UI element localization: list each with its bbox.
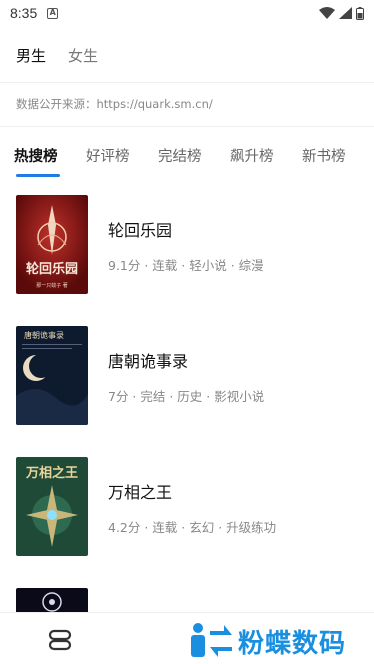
book-title: 唐朝诡事录 bbox=[108, 352, 189, 371]
book-title: 万相之王 bbox=[108, 483, 173, 502]
tab-completed[interactable]: 完结榜 bbox=[158, 145, 230, 166]
watermark: 粉蝶数码 bbox=[188, 621, 346, 661]
signal-icon bbox=[339, 7, 352, 19]
svg-text:万相之王: 万相之王 bbox=[25, 465, 78, 481]
tab-top-rated[interactable]: 好评榜 bbox=[86, 145, 158, 166]
book-meta: 4.2分 · 连载 · 玄幻 · 升级练功 bbox=[108, 520, 277, 535]
book-item[interactable]: 轮回乐园 那一只蚊子 著 轮回乐园 9.1分 · 连载 · 轻小说 · 综漫 bbox=[16, 195, 366, 295]
book-item[interactable]: 唐朝诡事录 唐朝诡事录 7分 · 完结 · 历史 · 影视小说 bbox=[16, 326, 366, 426]
book-item[interactable]: 万相之王 万相之王 4.2分 · 连载 · 玄幻 · 升级练功 bbox=[16, 457, 366, 557]
svg-text:唐朝诡事录: 唐朝诡事录 bbox=[24, 330, 64, 340]
bottom-bar: 粉蝶数码 bbox=[0, 612, 374, 664]
wifi-icon bbox=[319, 7, 335, 19]
divider bbox=[0, 82, 374, 83]
rank-tabs: 热搜榜 好评榜 完结榜 飙升榜 新书榜 bbox=[0, 140, 374, 170]
swap-icon bbox=[191, 623, 232, 657]
status-bar: 8:35 A bbox=[0, 0, 374, 26]
divider bbox=[0, 126, 374, 127]
tab-new-books[interactable]: 新书榜 bbox=[302, 145, 374, 166]
tab-male[interactable]: 男生 bbox=[16, 45, 46, 66]
notification-a-icon: A bbox=[47, 7, 59, 19]
book-title: 轮回乐园 bbox=[108, 221, 173, 240]
book-meta: 7分 · 完结 · 历史 · 影视小说 bbox=[108, 389, 265, 404]
book-meta: 9.1分 · 连载 · 轻小说 · 综漫 bbox=[108, 258, 264, 273]
menu-icon[interactable] bbox=[48, 629, 72, 651]
gender-tabs: 男生 女生 bbox=[0, 36, 374, 74]
book-cover: 唐朝诡事录 bbox=[16, 326, 88, 425]
data-source-text: 数据公开来源：https://quark.sm.cn/ bbox=[16, 97, 213, 111]
status-time: 8:35 bbox=[10, 5, 38, 21]
tab-rising[interactable]: 飙升榜 bbox=[230, 145, 302, 166]
svg-text:轮回乐园: 轮回乐园 bbox=[26, 261, 78, 277]
status-icons bbox=[319, 6, 364, 20]
active-tab-indicator bbox=[16, 174, 60, 177]
book-cover: 轮回乐园 那一只蚊子 著 bbox=[16, 195, 88, 294]
svg-text:那一只蚊子 著: 那一只蚊子 著 bbox=[36, 282, 68, 289]
tab-hot-search[interactable]: 热搜榜 bbox=[14, 145, 86, 166]
book-cover: 万相之王 bbox=[16, 457, 88, 556]
tab-female[interactable]: 女生 bbox=[68, 45, 98, 66]
watermark-text: 粉蝶数码 bbox=[238, 628, 347, 659]
battery-icon bbox=[356, 6, 364, 20]
